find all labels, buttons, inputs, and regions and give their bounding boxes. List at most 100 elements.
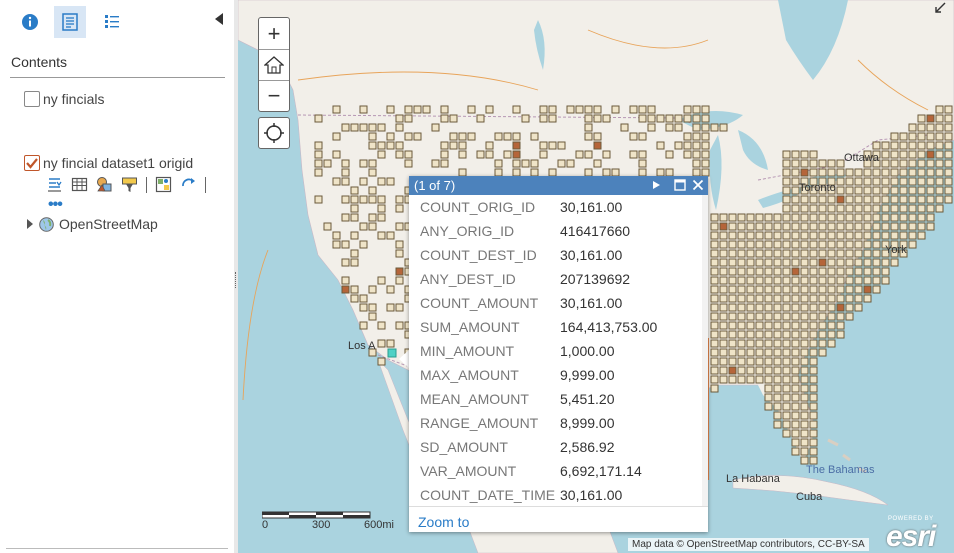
- grid-cell[interactable]: [386, 177, 395, 186]
- grid-cell[interactable]: [710, 312, 719, 321]
- grid-cell[interactable]: [359, 240, 368, 249]
- grid-cell[interactable]: [854, 186, 863, 195]
- grid-cell[interactable]: [485, 141, 494, 150]
- grid-cell[interactable]: [908, 150, 917, 159]
- grid-cell[interactable]: [350, 258, 359, 267]
- grid-cell[interactable]: [899, 231, 908, 240]
- grid-cell[interactable]: [836, 222, 845, 231]
- layer-checkbox[interactable]: [24, 91, 40, 107]
- grid-cell[interactable]: [899, 204, 908, 213]
- grid-cell[interactable]: [332, 150, 341, 159]
- grid-cell[interactable]: [872, 177, 881, 186]
- grid-cell[interactable]: [917, 231, 926, 240]
- grid-cell[interactable]: [737, 375, 746, 384]
- grid-cell[interactable]: [395, 321, 404, 330]
- grid-cell[interactable]: [674, 114, 683, 123]
- grid-cell[interactable]: [827, 285, 836, 294]
- grid-cell[interactable]: [683, 114, 692, 123]
- grid-cell[interactable]: [710, 303, 719, 312]
- grid-cell[interactable]: [773, 339, 782, 348]
- grid-cell[interactable]: [782, 168, 791, 177]
- grid-cell[interactable]: [773, 402, 782, 411]
- grid-cell[interactable]: [548, 105, 557, 114]
- grid-cell[interactable]: [899, 213, 908, 222]
- grid-cell[interactable]: [773, 258, 782, 267]
- grid-cell[interactable]: [881, 177, 890, 186]
- grid-cell[interactable]: [800, 168, 809, 177]
- grid-cell[interactable]: [764, 294, 773, 303]
- grid-cell[interactable]: [701, 132, 710, 141]
- grid-cell[interactable]: [719, 213, 728, 222]
- grid-cell[interactable]: [845, 258, 854, 267]
- grid-cell[interactable]: [773, 357, 782, 366]
- grid-cell[interactable]: [638, 132, 647, 141]
- grid-cell[interactable]: [512, 105, 521, 114]
- grid-cell[interactable]: [755, 303, 764, 312]
- grid-cell[interactable]: [737, 240, 746, 249]
- grid-cell[interactable]: [863, 240, 872, 249]
- grid-cell[interactable]: [710, 123, 719, 132]
- grid-cell[interactable]: [476, 114, 485, 123]
- grid-cell[interactable]: [359, 294, 368, 303]
- grid-cell[interactable]: [332, 132, 341, 141]
- grid-cell[interactable]: [827, 240, 836, 249]
- grid-cell[interactable]: [818, 258, 827, 267]
- grid-cell[interactable]: [773, 276, 782, 285]
- grid-cell[interactable]: [368, 141, 377, 150]
- grid-cell[interactable]: [800, 402, 809, 411]
- grid-cell[interactable]: [818, 222, 827, 231]
- grid-cell[interactable]: [746, 303, 755, 312]
- close-button[interactable]: [691, 178, 705, 192]
- grid-cell[interactable]: [890, 177, 899, 186]
- grid-cell[interactable]: [584, 150, 593, 159]
- grid-cell[interactable]: [800, 384, 809, 393]
- grid-cell[interactable]: [584, 105, 593, 114]
- grid-cell[interactable]: [836, 285, 845, 294]
- layer-checkbox[interactable]: [24, 155, 40, 171]
- grid-cell[interactable]: [908, 123, 917, 132]
- grid-cell[interactable]: [890, 204, 899, 213]
- grid-cell[interactable]: [719, 222, 728, 231]
- grid-cell[interactable]: [935, 123, 944, 132]
- grid-cell[interactable]: [899, 159, 908, 168]
- grid-cell[interactable]: [926, 159, 935, 168]
- grid-cell[interactable]: [908, 132, 917, 141]
- grid-cell[interactable]: [575, 150, 584, 159]
- grid-cell[interactable]: [917, 132, 926, 141]
- grid-cell[interactable]: [458, 150, 467, 159]
- grid-cell[interactable]: [800, 150, 809, 159]
- grid-cell[interactable]: [782, 258, 791, 267]
- grid-cell[interactable]: [791, 285, 800, 294]
- grid-cell[interactable]: [755, 240, 764, 249]
- grid-cell[interactable]: [854, 168, 863, 177]
- grid-cell[interactable]: [782, 402, 791, 411]
- grid-cell[interactable]: [800, 348, 809, 357]
- grid-cell[interactable]: [593, 114, 602, 123]
- grid-cell[interactable]: [773, 420, 782, 429]
- grid-cell[interactable]: [764, 285, 773, 294]
- grid-cell[interactable]: [728, 267, 737, 276]
- grid-cell[interactable]: [332, 105, 341, 114]
- grid-cell[interactable]: [800, 366, 809, 375]
- grid-cell[interactable]: [854, 204, 863, 213]
- grid-cell[interactable]: [710, 294, 719, 303]
- grid-cell[interactable]: [917, 123, 926, 132]
- grid-cell[interactable]: [530, 168, 539, 177]
- grid-cell[interactable]: [827, 303, 836, 312]
- grid-cell[interactable]: [818, 240, 827, 249]
- grid-cell[interactable]: [782, 249, 791, 258]
- grid-cell[interactable]: [854, 285, 863, 294]
- grid-cell[interactable]: [458, 132, 467, 141]
- grid-cell[interactable]: [908, 213, 917, 222]
- grid-cell[interactable]: [350, 294, 359, 303]
- grid-cell[interactable]: [737, 339, 746, 348]
- grid-cell[interactable]: [719, 348, 728, 357]
- grid-cell[interactable]: [755, 285, 764, 294]
- grid-cell[interactable]: [908, 195, 917, 204]
- grid-cell[interactable]: [395, 141, 404, 150]
- grid-cell[interactable]: [845, 177, 854, 186]
- grid-cell[interactable]: [890, 168, 899, 177]
- grid-cell[interactable]: [764, 213, 773, 222]
- grid-cell[interactable]: [755, 321, 764, 330]
- grid-cell[interactable]: [593, 141, 602, 150]
